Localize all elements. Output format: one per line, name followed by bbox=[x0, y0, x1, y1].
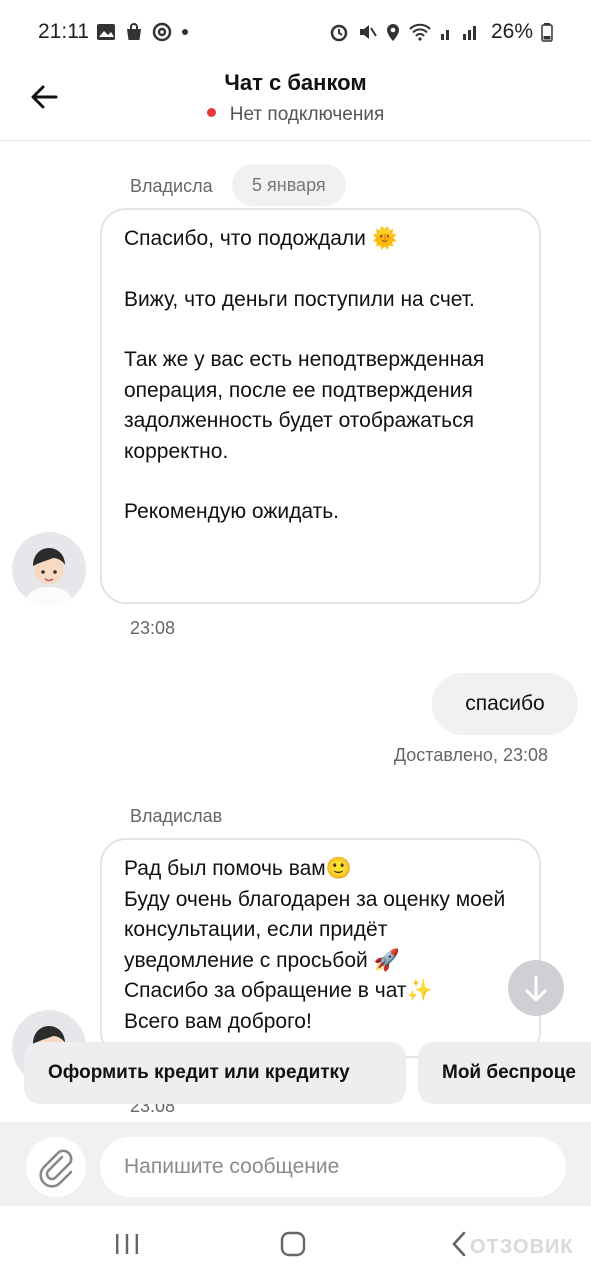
quick-reply-chip[interactable]: Мой беспроце bbox=[418, 1042, 591, 1104]
wifi-icon bbox=[409, 23, 431, 41]
battery-percent: 26% bbox=[490, 20, 533, 43]
message-line-empty bbox=[124, 315, 517, 345]
watermark: ОТЗОВИК bbox=[470, 1236, 574, 1258]
message-line-empty bbox=[124, 467, 517, 497]
back-chevron-icon[interactable] bbox=[450, 1230, 468, 1258]
message-time: 23:08 bbox=[130, 618, 176, 638]
status-time: 21:11 bbox=[38, 20, 89, 43]
avatar[interactable] bbox=[12, 532, 86, 606]
signal-icon bbox=[440, 26, 476, 40]
battery-icon bbox=[541, 23, 553, 42]
arrow-down-icon bbox=[525, 975, 547, 1002]
delivery-status: Доставлено, 23:08 bbox=[393, 745, 548, 765]
message-input[interactable]: Напишите сообщение bbox=[100, 1137, 566, 1197]
dot-icon bbox=[182, 29, 188, 35]
message-bubble-incoming[interactable]: Рад был помочь вам🙂 Буду очень благодаре… bbox=[100, 838, 541, 1058]
operator-avatar-icon bbox=[24, 548, 74, 606]
at-icon bbox=[152, 22, 172, 42]
paperclip-icon bbox=[39, 1149, 73, 1188]
sender-name: Владислав bbox=[130, 806, 223, 826]
message-line: Спасибо, что подождали 🌞 bbox=[124, 227, 398, 250]
date-pill: 5 января bbox=[232, 164, 346, 206]
chat-header: Чат с банком Нет подключения bbox=[0, 66, 591, 141]
message-line: Буду очень благодарен за оценку моей кон… bbox=[124, 887, 506, 972]
page-title: Чат с банком bbox=[224, 70, 367, 95]
shopping-bag-icon bbox=[127, 23, 141, 40]
sender-name: Владисла bbox=[130, 176, 213, 196]
status-right: 26% bbox=[329, 20, 553, 44]
message-line: Рекомендую ожидать. bbox=[124, 500, 340, 523]
alarm-icon bbox=[330, 24, 348, 42]
system-nav-bar: ОТЗОВИК bbox=[0, 1206, 591, 1280]
message-line: Так же у вас есть неподтвержденная опера… bbox=[124, 348, 485, 463]
message-line: Всего вам доброго! bbox=[124, 1009, 312, 1033]
message-line: Вижу, что деньги поступили на счет. bbox=[124, 287, 475, 311]
offline-dot bbox=[206, 108, 216, 118]
message-line: Спасибо за обращение в чат✨ bbox=[124, 979, 433, 1002]
gallery-icon bbox=[97, 24, 115, 40]
scroll-down-button[interactable] bbox=[508, 960, 564, 1016]
home-icon[interactable] bbox=[280, 1231, 306, 1257]
message-line: Рад был помочь вам🙂 bbox=[124, 857, 352, 880]
message-bubble-incoming[interactable]: Спасибо, что подождали 🌞 Вижу, что деньг… bbox=[100, 208, 541, 604]
quick-reply-chip[interactable]: Оформить кредит или кредитку bbox=[24, 1042, 406, 1104]
message-bubble-outgoing[interactable]: спасибо bbox=[432, 673, 578, 735]
attach-button[interactable] bbox=[26, 1137, 86, 1197]
mute-icon bbox=[359, 25, 377, 39]
notification-icons bbox=[96, 22, 190, 42]
connection-status: Нет подключения bbox=[0, 104, 591, 126]
message-line-empty bbox=[124, 255, 517, 285]
location-icon bbox=[386, 24, 399, 41]
recent-apps-icon[interactable] bbox=[114, 1232, 140, 1256]
connection-status-label: Нет подключения bbox=[229, 104, 385, 125]
status-bar: 21:11 26% bbox=[0, 0, 591, 66]
